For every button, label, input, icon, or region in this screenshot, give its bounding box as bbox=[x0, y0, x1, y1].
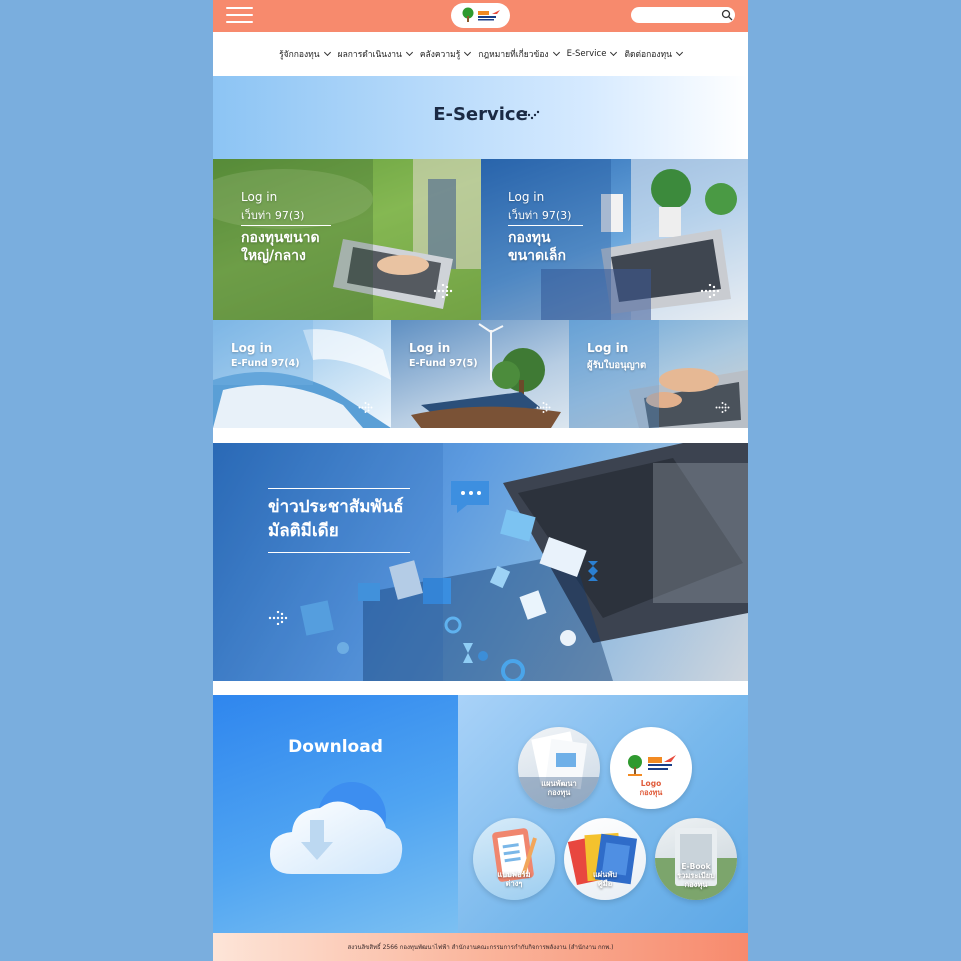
dots-down-icon bbox=[524, 110, 540, 120]
arrow-right-icon bbox=[433, 284, 453, 298]
tile-sub-label: เว็บท่า 97(3) bbox=[241, 209, 305, 222]
main-nav: รู้จักกองทุน ผลการดำเนินงาน คลังความรู้ … bbox=[213, 32, 748, 76]
circle-label: แบบฟอร์ม bbox=[497, 870, 531, 879]
footer: สงวนลิขสิทธิ์ 2566 กองทุนพัฒนาไฟฟ้า สำนั… bbox=[213, 933, 748, 961]
download-section: Download แผนพัฒนา กองทุน Logo กองทุน แบบ… bbox=[213, 695, 748, 933]
news-title-line2: มัลติมีเดีย bbox=[268, 521, 339, 541]
tile-sub-label: E-Fund 97(4) bbox=[231, 358, 300, 369]
tile-title-line1: กองทุนขนาด bbox=[241, 230, 320, 246]
divider bbox=[241, 225, 331, 226]
search-icon[interactable] bbox=[721, 9, 733, 21]
arrow-right-icon bbox=[536, 402, 551, 413]
eservice-title: E-Service bbox=[433, 104, 528, 125]
divider bbox=[268, 552, 410, 553]
nav-item-knowledge[interactable]: คลังความรู้ bbox=[420, 47, 472, 61]
arrow-right-icon bbox=[268, 611, 288, 625]
copyright-text: สงวนลิขสิทธิ์ 2566 กองทุนพัฒนาไฟฟ้า สำนั… bbox=[347, 944, 614, 951]
circle-label: คู่มือ bbox=[597, 879, 613, 888]
tile-sub-label: เว็บท่า 97(3) bbox=[508, 209, 572, 222]
search-input[interactable] bbox=[631, 7, 735, 23]
arrow-right-icon bbox=[715, 402, 730, 413]
tile-licensee-login[interactable]: Log in ผู้รับใบอนุญาต bbox=[569, 320, 748, 428]
tile-large-fund-login[interactable]: Log in เว็บท่า 97(3) กองทุนขนาด ใหญ่/กลา… bbox=[213, 159, 481, 320]
circle-label: E-Book bbox=[681, 862, 711, 871]
circle-label: กองทุน bbox=[547, 788, 571, 797]
tree-logo-icon bbox=[462, 7, 474, 22]
chevron-down-icon bbox=[675, 48, 683, 57]
cloud-download-icon[interactable] bbox=[268, 780, 404, 876]
tile-login-label: Log in bbox=[241, 190, 278, 204]
nav-item-laws[interactable]: กฎหมายที่เกี่ยวข้อง bbox=[478, 47, 560, 61]
tile-title-line2: ใหญ่/กลาง bbox=[241, 248, 306, 264]
chevron-down-icon bbox=[323, 48, 331, 57]
top-bar bbox=[213, 0, 748, 32]
tile-login-label: Log in bbox=[231, 341, 273, 355]
download-forms[interactable]: แบบฟอร์ม ต่างๆ bbox=[473, 818, 555, 900]
arrow-right-icon bbox=[700, 284, 720, 298]
download-ebook[interactable]: E-Book รวมระเบียบ กองทุน bbox=[655, 818, 737, 900]
chevron-down-icon bbox=[552, 48, 560, 57]
news-multimedia-banner[interactable]: ข่าวประชาสัมพันธ์ มัลติมีเดีย bbox=[213, 443, 748, 681]
site-logo[interactable] bbox=[451, 3, 510, 28]
download-fund-logo[interactable]: Logo กองทุน bbox=[610, 727, 692, 809]
tile-efund-975-login[interactable]: Log in E-Fund 97(5) bbox=[391, 320, 569, 428]
divider bbox=[508, 225, 583, 226]
download-brochures[interactable]: แผ่นพับ คู่มือ bbox=[564, 818, 646, 900]
circle-label: รวมระเบียบ bbox=[677, 871, 715, 880]
nav-item-performance[interactable]: ผลการดำเนินงาน bbox=[338, 47, 413, 61]
logo-wordmark bbox=[478, 10, 500, 21]
nav-item-about[interactable]: รู้จักกองทุน bbox=[279, 47, 331, 61]
download-panel: Download bbox=[213, 695, 458, 933]
chevron-down-icon bbox=[464, 48, 472, 57]
page: รู้จักกองทุน ผลการดำเนินงาน คลังความรู้ … bbox=[213, 0, 748, 961]
nav-item-eservice[interactable]: E-Service bbox=[567, 48, 618, 59]
circle-label: แผนพัฒนา bbox=[541, 779, 577, 788]
tile-title-line2: ขนาดเล็ก bbox=[508, 248, 566, 264]
tile-sub-label: E-Fund 97(5) bbox=[409, 358, 478, 369]
tile-login-label: Log in bbox=[508, 190, 545, 204]
news-title-line1: ข่าวประชาสัมพันธ์ bbox=[268, 497, 404, 517]
circle-label: ต่างๆ bbox=[505, 879, 523, 888]
chevron-down-icon bbox=[405, 48, 413, 57]
divider bbox=[268, 488, 410, 489]
arrow-right-icon bbox=[358, 402, 373, 413]
circle-label: กองทุน bbox=[684, 880, 708, 889]
tile-login-label: Log in bbox=[587, 341, 629, 355]
circle-label: กองทุน bbox=[639, 788, 663, 797]
eservice-header: E-Service bbox=[213, 76, 748, 159]
chevron-down-icon bbox=[610, 48, 618, 57]
tile-title-line1: กองทุน bbox=[508, 230, 551, 246]
circle-label: แผ่นพับ bbox=[592, 870, 618, 879]
hamburger-menu-icon[interactable] bbox=[226, 7, 253, 25]
download-items-panel: แผนพัฒนา กองทุน Logo กองทุน แบบฟอร์ม ต่า… bbox=[458, 695, 748, 933]
tile-login-label: Log in bbox=[409, 341, 451, 355]
download-title: Download bbox=[288, 737, 383, 757]
fund-logo-icon bbox=[628, 755, 676, 776]
download-development-plan[interactable]: แผนพัฒนา กองทุน bbox=[518, 727, 600, 809]
circle-label: Logo bbox=[640, 779, 662, 788]
tile-small-fund-login[interactable]: Log in เว็บท่า 97(3) กองทุน ขนาดเล็ก bbox=[481, 159, 748, 320]
tile-efund-974-login[interactable]: Log in E-Fund 97(4) bbox=[213, 320, 391, 428]
multimedia-icons-image bbox=[213, 443, 748, 681]
tile-sub-label: ผู้รับใบอนุญาต bbox=[587, 360, 647, 371]
nav-item-contact[interactable]: ติดต่อกองทุน bbox=[624, 47, 683, 61]
